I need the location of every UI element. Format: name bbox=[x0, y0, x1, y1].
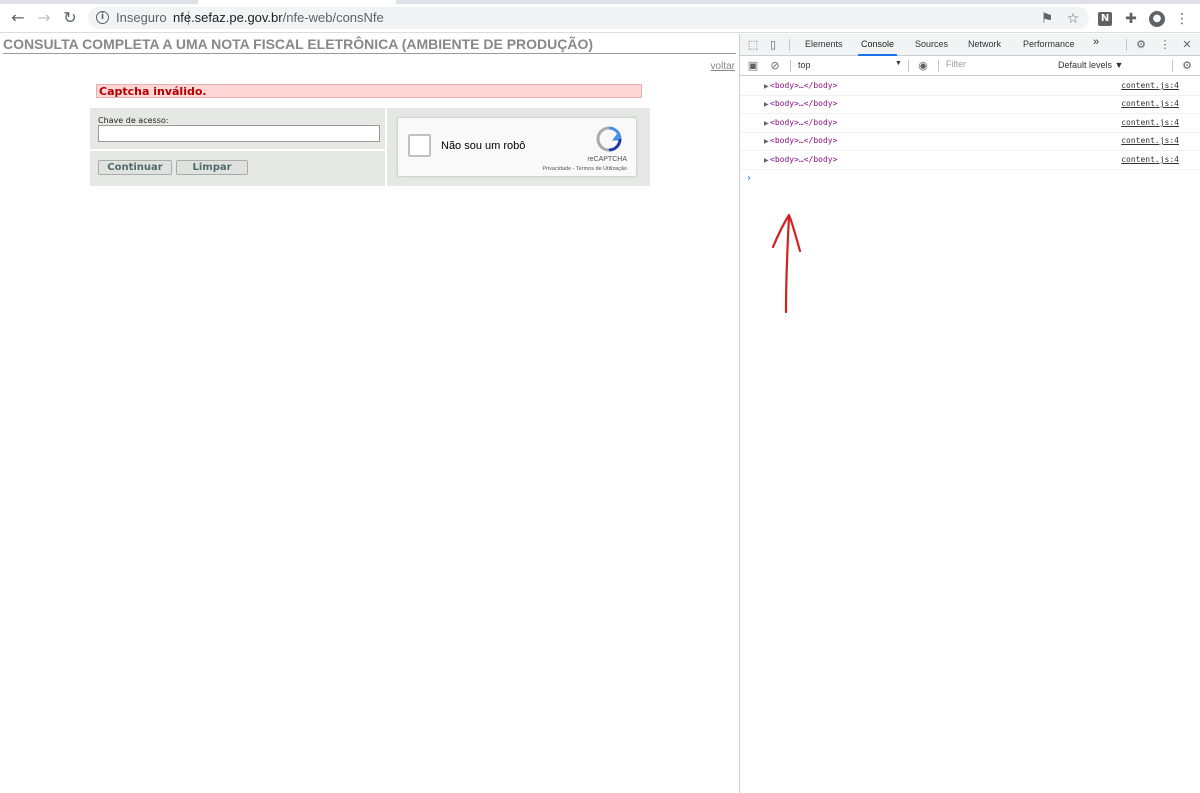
more-tabs-icon[interactable]: » bbox=[1093, 36, 1099, 48]
console-settings-gear-icon[interactable]: ⚙ bbox=[1180, 59, 1194, 73]
extensions-puzzle-icon[interactable]: ✚ bbox=[1122, 10, 1140, 28]
url-host: nfe.sefaz.pe.gov.br bbox=[173, 10, 283, 25]
recaptcha-logo-icon bbox=[596, 126, 622, 152]
consult-form: Chave de acesso: Continuar Limpar Não so… bbox=[90, 108, 650, 186]
device-toolbar-icon[interactable]: ▯ bbox=[766, 38, 780, 52]
console-log-row[interactable]: ▶ <body>…</body> content.js:4 bbox=[740, 152, 1200, 170]
console-prompt[interactable]: › bbox=[747, 173, 751, 184]
captcha-cell: Não sou um robô reCAPTCHA Privacidade - … bbox=[387, 108, 650, 186]
buttons-cell: Continuar Limpar bbox=[90, 151, 387, 186]
toolbar-separator bbox=[790, 60, 791, 72]
expand-triangle-icon[interactable]: ▶ bbox=[764, 101, 769, 108]
profile-avatar-icon[interactable]: ● bbox=[1149, 11, 1165, 27]
log-code[interactable]: <body>…</body> bbox=[770, 118, 837, 127]
clear-button[interactable]: Limpar bbox=[176, 160, 248, 175]
log-source-link[interactable]: content.js:4 bbox=[1121, 99, 1179, 108]
reload-icon[interactable]: ↻ bbox=[59, 7, 81, 29]
clear-console-icon[interactable]: ⊘ bbox=[768, 59, 782, 73]
translate-icon[interactable]: ⚑ bbox=[1038, 10, 1056, 28]
eye-icon[interactable]: ◉ bbox=[916, 59, 930, 73]
access-key-label: Chave de acesso: bbox=[98, 116, 169, 125]
access-key-input[interactable] bbox=[98, 125, 380, 142]
expand-triangle-icon[interactable]: ▶ bbox=[764, 157, 769, 164]
security-label[interactable]: Inseguro bbox=[116, 10, 167, 26]
chrome-menu-icon[interactable]: ⋮ bbox=[1173, 10, 1191, 28]
console-log-row[interactable]: ▶ <body>…</body> content.js:4 bbox=[740, 96, 1200, 114]
devtools-tabbar: ⬚ ▯ Elements Console Sources Network Per… bbox=[740, 34, 1200, 56]
devtools-panel: ⬚ ▯ Elements Console Sources Network Per… bbox=[739, 34, 1200, 793]
tab-elements[interactable]: Elements bbox=[805, 38, 843, 50]
error-banner: Captcha inválido. bbox=[96, 84, 642, 98]
toolbar-separator bbox=[1172, 60, 1173, 72]
console-log-row[interactable]: ▶ <body>…</body> content.js:4 bbox=[740, 78, 1200, 96]
toolbar-separator bbox=[908, 60, 909, 72]
sidebar-toggle-icon[interactable]: ▣ bbox=[746, 59, 760, 73]
recaptcha-brand: reCAPTCHA bbox=[587, 156, 627, 163]
back-link[interactable]: voltar bbox=[711, 61, 735, 72]
web-page: CONSULTA COMPLETA A UMA NOTA FISCAL ELET… bbox=[0, 34, 739, 793]
settings-gear-icon[interactable]: ⚙ bbox=[1134, 38, 1148, 52]
log-source-link[interactable]: content.js:4 bbox=[1121, 81, 1179, 90]
log-source-link[interactable]: content.js:4 bbox=[1121, 155, 1179, 164]
page-title: CONSULTA COMPLETA A UMA NOTA FISCAL ELET… bbox=[3, 36, 736, 54]
browser-toolbar: ← → ↻ i Inseguro nfe.sefaz.pe.gov.br/nfe… bbox=[0, 4, 1200, 33]
access-key-cell: Chave de acesso: bbox=[90, 108, 387, 151]
log-code[interactable]: <body>…</body> bbox=[770, 155, 837, 164]
recaptcha-checkbox[interactable] bbox=[408, 134, 431, 157]
bookmark-star-icon[interactable]: ☆ bbox=[1064, 10, 1082, 28]
toolbar-separator bbox=[938, 60, 939, 72]
log-source-link[interactable]: content.js:4 bbox=[1121, 136, 1179, 145]
extension-n-icon[interactable]: N bbox=[1098, 12, 1112, 26]
red-arrow-annotation bbox=[771, 213, 802, 314]
recaptcha-label: Não sou um robô bbox=[441, 140, 526, 152]
console-log-row[interactable]: ▶ <body>…</body> content.js:4 bbox=[740, 133, 1200, 151]
expand-triangle-icon[interactable]: ▶ bbox=[764, 138, 769, 145]
forward-arrow-icon[interactable]: → bbox=[33, 7, 55, 29]
tab-separator bbox=[1126, 39, 1127, 51]
recaptcha-links[interactable]: Privacidade - Termos de Utilização bbox=[542, 166, 627, 172]
log-levels-dropdown[interactable]: Default levels ▼ bbox=[1058, 60, 1123, 70]
log-code[interactable]: <body>…</body> bbox=[770, 81, 837, 90]
context-selector[interactable]: top bbox=[798, 60, 811, 70]
inspect-element-icon[interactable]: ⬚ bbox=[746, 38, 760, 52]
recaptcha-widget: Não sou um robô reCAPTCHA Privacidade - … bbox=[397, 117, 637, 177]
tab-console[interactable]: Console bbox=[857, 38, 898, 56]
continue-button[interactable]: Continuar bbox=[98, 160, 172, 175]
url-path: /nfe-web/consNfe bbox=[282, 10, 384, 25]
expand-triangle-icon[interactable]: ▶ bbox=[764, 83, 769, 90]
error-message: Captcha inválido. bbox=[99, 85, 207, 98]
context-dropdown-arrow-icon[interactable]: ▼ bbox=[895, 60, 902, 67]
log-code[interactable]: <body>…</body> bbox=[770, 99, 837, 108]
console-toolbar: ▣ ⊘ top ▼ ◉ Filter Default levels ▼ ⚙ bbox=[740, 56, 1200, 76]
tab-performance[interactable]: Performance bbox=[1023, 38, 1075, 50]
close-icon[interactable]: ✕ bbox=[1180, 38, 1194, 52]
devtools-menu-icon[interactable]: ⋮ bbox=[1158, 38, 1172, 52]
console-log-row[interactable]: ▶ <body>…</body> content.js:4 bbox=[740, 115, 1200, 133]
tab-separator bbox=[789, 39, 790, 51]
expand-triangle-icon[interactable]: ▶ bbox=[764, 120, 769, 127]
url-text[interactable]: nfe.sefaz.pe.gov.br/nfe-web/consNfe bbox=[173, 10, 384, 26]
address-bar[interactable]: i Inseguro nfe.sefaz.pe.gov.br/nfe-web/c… bbox=[88, 7, 1089, 29]
tab-network[interactable]: Network bbox=[968, 38, 1001, 50]
back-arrow-icon[interactable]: ← bbox=[7, 7, 29, 29]
tab-sources[interactable]: Sources bbox=[915, 38, 948, 50]
info-icon[interactable]: i bbox=[96, 11, 109, 24]
console-filter-input[interactable]: Filter bbox=[946, 59, 966, 69]
log-code[interactable]: <body>…</body> bbox=[770, 136, 837, 145]
log-source-link[interactable]: content.js:4 bbox=[1121, 118, 1179, 127]
